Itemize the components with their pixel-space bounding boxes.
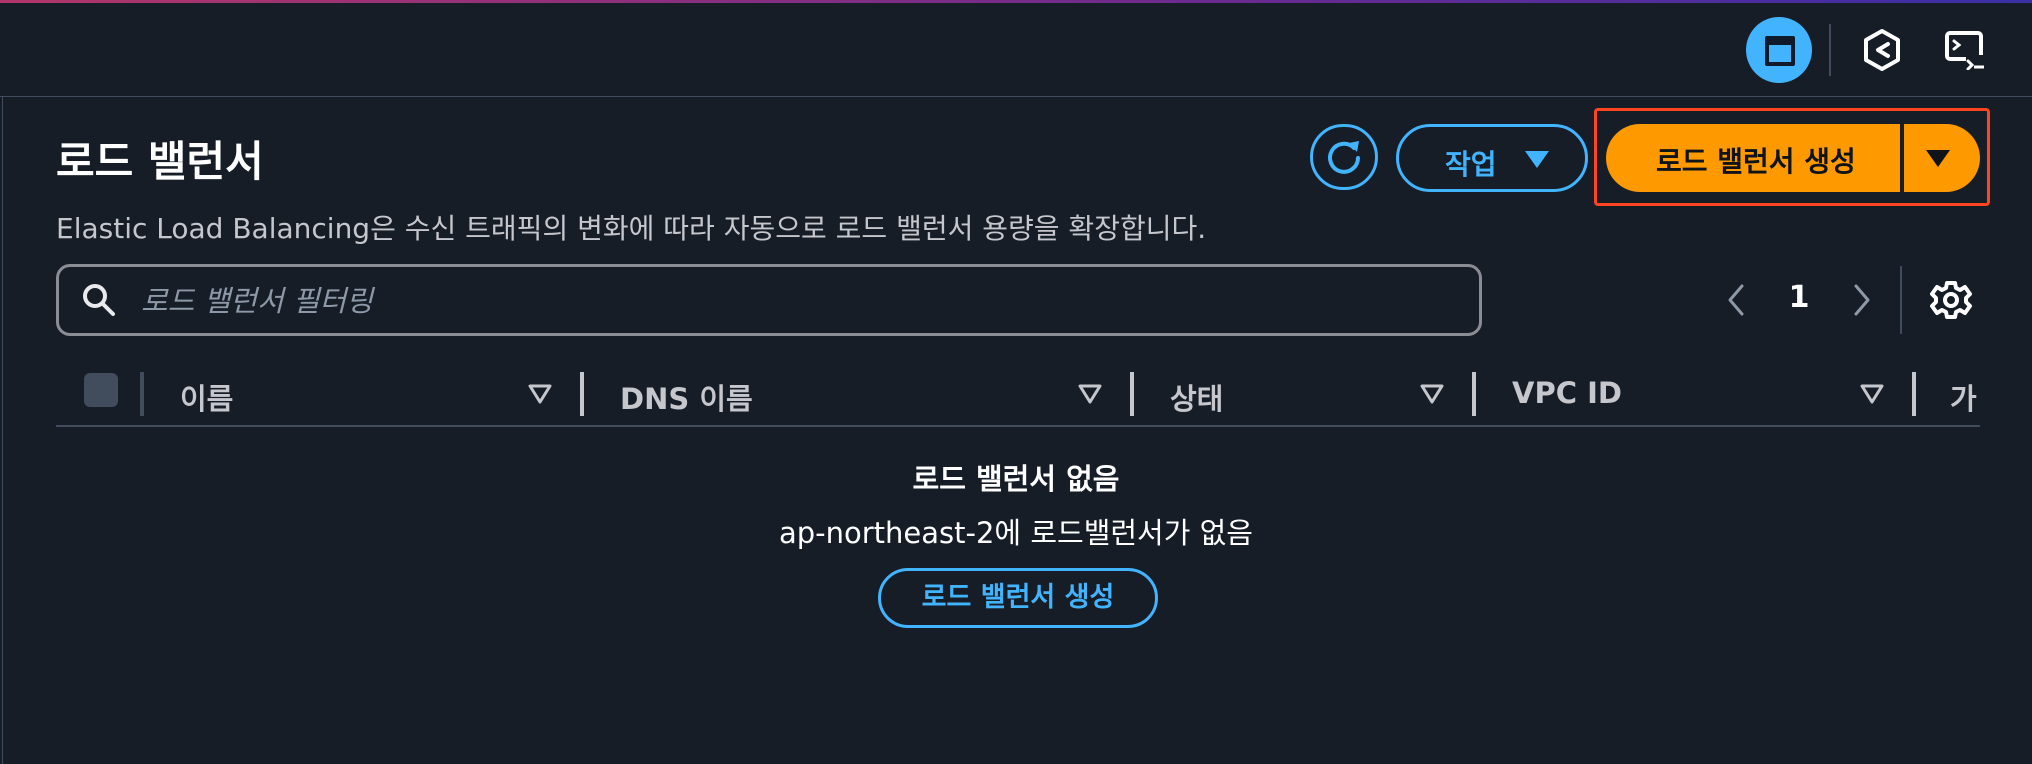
select-all-checkbox[interactable] xyxy=(84,373,118,407)
filter-box xyxy=(56,264,1482,336)
panel-border xyxy=(2,97,3,764)
top-bar xyxy=(0,0,2032,97)
create-dropdown-button[interactable] xyxy=(1904,124,1980,192)
toolbar-divider xyxy=(1829,24,1831,76)
page-description: Elastic Load Balancing은 수신 트래픽의 변화에 따라 자… xyxy=(56,212,1207,245)
refresh-button[interactable] xyxy=(1310,124,1378,190)
create-load-balancer-button[interactable]: 로드 밸런서 생성 xyxy=(1606,124,1900,192)
column-header-truncated[interactable]: 가 xyxy=(1950,372,1980,416)
search-icon xyxy=(83,284,115,316)
page-title: 로드 밸런서 xyxy=(56,137,264,186)
empty-create-button[interactable]: 로드 밸런서 생성 xyxy=(878,568,1158,628)
filter-input[interactable] xyxy=(139,279,1463,323)
prev-page-button[interactable] xyxy=(1722,282,1752,318)
hexagon-app-icon[interactable] xyxy=(1862,28,1902,72)
empty-state-message: ap-northeast-2에 로드밸런서가 없음 xyxy=(778,516,1253,550)
column-resizer[interactable] xyxy=(1130,372,1134,416)
actions-button[interactable]: 작업 xyxy=(1396,124,1588,192)
empty-state-title: 로드 밸런서 없음 xyxy=(912,462,1120,496)
column-divider xyxy=(140,372,144,416)
pager-divider xyxy=(1900,266,1902,334)
panel-layout-icon[interactable] xyxy=(1746,17,1812,83)
column-resizer[interactable] xyxy=(580,372,584,416)
column-header-state[interactable]: 상태 xyxy=(1170,376,1223,418)
column-header-vpc[interactable]: VPC ID xyxy=(1512,376,1622,410)
column-resizer[interactable] xyxy=(1472,372,1476,416)
create-label: 로드 밸런서 생성 xyxy=(1656,145,1856,178)
current-page[interactable]: 1 xyxy=(1782,280,1816,315)
accent-stripe xyxy=(0,0,2032,3)
terminal-screen-icon[interactable] xyxy=(1944,30,1986,71)
column-header-dns[interactable]: DNS 이름 xyxy=(620,376,753,418)
column-header-name[interactable]: 이름 xyxy=(180,376,233,418)
caret-down-icon xyxy=(1926,150,1950,167)
next-page-button[interactable] xyxy=(1846,282,1876,318)
settings-gear-icon[interactable] xyxy=(1930,279,1972,321)
caret-down-icon xyxy=(1525,151,1549,168)
table-header-divider xyxy=(56,425,1980,427)
column-resizer[interactable] xyxy=(1912,372,1916,416)
refresh-icon xyxy=(1328,141,1360,174)
actions-label: 작업 xyxy=(1445,148,1497,181)
